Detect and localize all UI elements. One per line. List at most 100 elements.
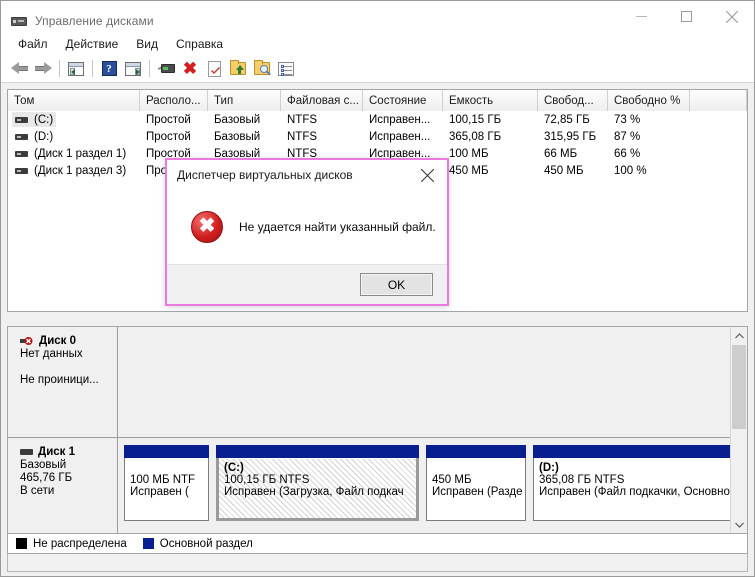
disk-detail-1: 465,76 ГБ [20,472,73,484]
menu-action[interactable]: Действие [57,35,128,53]
cell-filesystem: NTFS [287,113,318,126]
partition-details: 100 МБ NTF Исправен ( [125,459,208,520]
cell-free: 450 МБ [544,164,584,177]
cell-layout: Простой [146,130,191,143]
create-vhd-button[interactable] [250,57,274,81]
dialog-close-button[interactable] [407,160,447,190]
volume-disk-icon [15,133,28,140]
cell-free_pct: 100 % [614,164,647,177]
volume-disk-icon [15,167,28,174]
toolbar-separator [92,60,93,77]
cell-free: 66 МБ [544,147,578,160]
list-view-button[interactable] [274,57,298,81]
partition-line-1: 450 МБ [432,474,472,486]
forward-arrow-icon [34,62,52,75]
disk-view-scrollbar[interactable] [730,327,747,533]
table-row[interactable]: (C:) Простой Базовый NTFS Исправен... 100,15 … [8,111,747,128]
partition-1[interactable]: (C:) 100,15 ГБ NTFS Исправен (Загрузка, Фа… [216,445,419,521]
partition-3[interactable]: (D:) 365,08 ГБ NTFS Исправен (Файл подкачк… [533,445,747,521]
column-header-5[interactable]: Емкость [443,90,538,111]
cell-capacity: 100,15 ГБ [449,113,502,126]
disk-management-icon [11,13,27,29]
disk-info-panel[interactable]: Диск 1 Базовый 465,76 ГБ В сети [8,438,118,533]
properties-icon [207,60,221,77]
toolbar: ? ✖ [1,55,754,83]
partition-line-2: Исправен (Разде [432,486,523,498]
error-icon: ✖ [191,211,223,243]
disk-info-panel[interactable]: Диск 0 Нет данных Не проиници... [8,327,118,437]
partition-details: (C:) 100,15 ГБ NTFS Исправен (Загрузка, Фа… [219,459,416,518]
scroll-up-button[interactable] [731,327,747,344]
minimize-button[interactable] [619,1,664,32]
column-header-0[interactable]: Том [8,90,140,111]
volume-name: (D:) [12,129,56,144]
cell-free_pct: 66 % [614,147,641,160]
partition-details: 450 МБ Исправен (Разде [427,459,525,520]
column-header-8[interactable] [690,90,747,111]
disk-detail-0: Базовый [20,459,67,471]
maximize-button[interactable] [664,1,709,32]
disk-row-1: Диск 1 Базовый 465,76 ГБ В сети 100 МБ NTF И… [8,438,747,533]
pane-splitter[interactable] [7,314,748,326]
cell-status: Исправен... [369,113,431,126]
partition-0[interactable]: 100 МБ NTF Исправен ( [124,445,209,521]
volume-disk-icon [15,150,28,157]
column-header-3[interactable]: Файловая с... [281,90,363,111]
cell-volume: (C:) [8,111,140,128]
scroll-down-button[interactable] [731,516,747,533]
attach-vhd-icon [230,60,246,75]
cell-status: Исправен... [369,130,431,143]
column-header-7[interactable]: Свободно % [608,90,690,111]
partition-details: (D:) 365,08 ГБ NTFS Исправен (Файл подкачк… [534,459,747,520]
partition-line-0 [432,462,520,474]
partition-line-0: (D:) [539,462,559,474]
virtual-disk-manager-dialog: Диспетчер виртуальных дисков ✖ Не удаетс… [165,158,449,306]
menu-file[interactable]: Файл [9,35,57,53]
cell-volume: (Диск 1 раздел 3) [8,162,140,179]
partition-2[interactable]: 450 МБ Исправен (Разде [426,445,526,521]
disk-row-0: Диск 0 Нет данных Не проиници... [8,327,747,437]
cell-type: Базовый [214,113,261,126]
disk-detail-1: Не проиници... [20,374,99,386]
back-button[interactable] [7,57,31,81]
cell-capacity: 450 МБ [449,164,489,177]
column-header-1[interactable]: Располо... [140,90,208,111]
window-title: Управление дисками [35,14,154,28]
cell-capacity: 100 МБ [449,147,489,160]
dialog-ok-button[interactable]: OK [360,273,433,296]
disk-name: Диск 1 [38,446,76,458]
partition-line-0: (C:) [224,462,244,474]
dialog-title-bar: Диспетчер виртуальных дисков [167,160,447,190]
rescan-disks-button[interactable] [154,57,178,81]
show-console-tree-button[interactable] [64,57,88,81]
cell-filesystem: NTFS [287,130,318,143]
volume-name: (C:) [12,112,57,127]
show-action-pane-button[interactable] [121,57,145,81]
delete-icon: ✖ [182,59,198,78]
cell-layout: Простой [146,113,191,126]
close-button[interactable] [709,1,754,32]
legend-swatch-unallocated [16,538,27,549]
table-row[interactable]: (D:) Простой Базовый NTFS Исправен... 365,08 … [8,128,747,145]
forward-button[interactable] [31,57,55,81]
partition-line-2: Исправен (Файл подкачки, Основной [539,486,737,498]
menu-help[interactable]: Справка [167,35,232,53]
help-button[interactable]: ? [97,57,121,81]
toolbar-separator [149,60,150,77]
show-action-pane-icon [125,61,141,76]
partition-line-2: Исправен (Загрузка, Файл подкач [224,486,404,498]
column-header-2[interactable]: Тип [208,90,281,111]
cell-free_pct: 73 % [614,113,641,126]
partition-line-1: 100 МБ NTF [130,474,196,486]
disk-empty-area[interactable] [118,327,747,437]
create-vhd-icon [254,60,270,75]
graphical-disk-view: Диск 0 Нет данных Не проиници... Диск 1 Базо… [7,326,748,534]
delete-button[interactable]: ✖ [178,57,202,81]
properties-button[interactable] [202,57,226,81]
column-header-4[interactable]: Состояние [363,90,443,111]
menu-view[interactable]: Вид [127,35,167,53]
scrollbar-thumb[interactable] [732,345,746,429]
attach-vhd-button[interactable] [226,57,250,81]
column-header-6[interactable]: Свобод... [538,90,608,111]
